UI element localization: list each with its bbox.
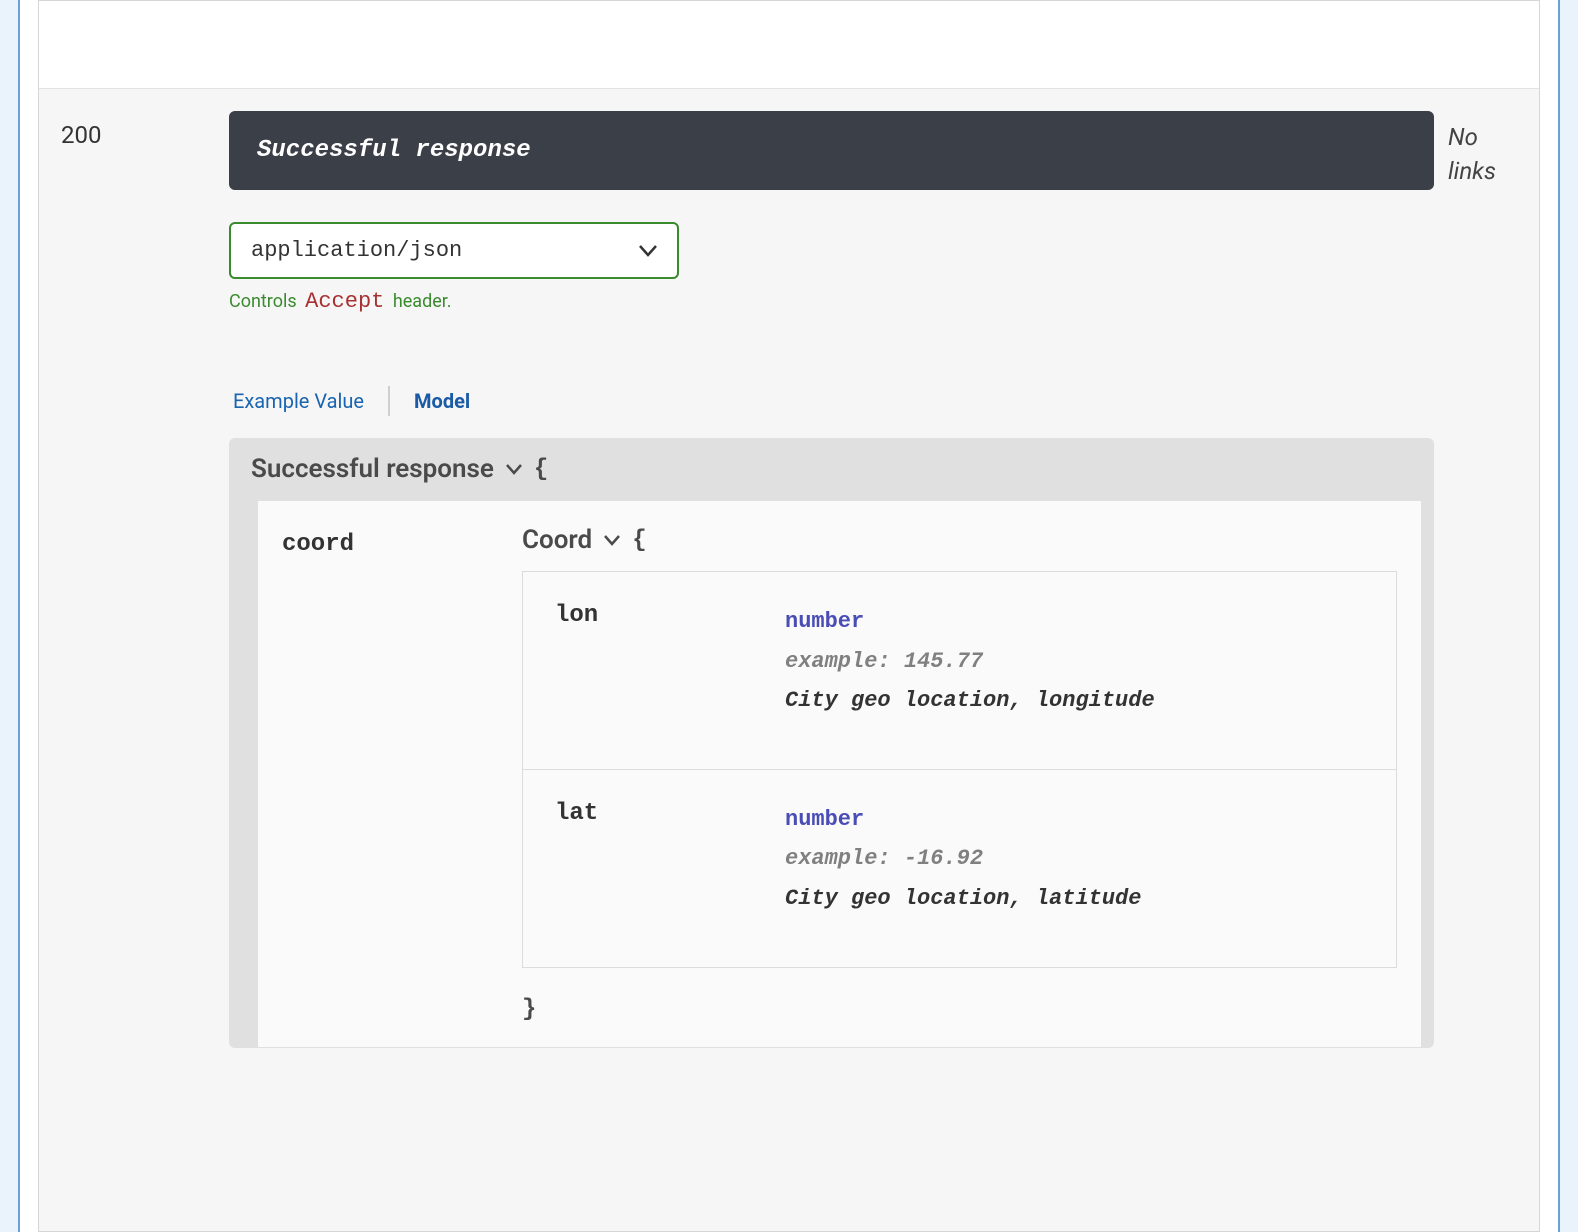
coord-header[interactable]: Coord { [522,525,1397,555]
prop-name: lon [555,602,785,721]
panel-header-space [39,1,1539,89]
property-lat: lat number example: -16.92 City geo loca… [523,769,1396,967]
property-key-coord: coord [282,525,522,558]
content-type-value: application/json [251,238,462,263]
prop-description: City geo location, latitude [785,879,1364,919]
chevron-down-icon [639,245,657,257]
prop-type: number [785,800,1364,840]
coord-properties: lon number example: 145.77 City geo loca… [522,571,1397,968]
chevron-down-icon [604,535,620,546]
close-brace: } [522,996,1397,1023]
prop-example: example: 145.77 [785,642,1364,682]
content-type-select[interactable]: application/json [229,222,679,279]
prop-description: City geo location, longitude [785,681,1364,721]
content-type-caption: Controls Accept header. [229,289,1434,314]
model-title: Successful response [251,454,494,484]
model-header[interactable]: Successful response { [229,438,1434,500]
accept-header-code: Accept [305,289,384,314]
prop-name: lat [555,800,785,919]
model-panel: Successful response { coord [229,438,1434,1048]
tab-divider [388,386,390,416]
response-description-bar: Successful response [229,111,1434,190]
response-links: No links [1434,111,1519,188]
chevron-down-icon [506,464,522,475]
prop-type: number [785,602,1364,642]
coord-title: Coord [522,525,592,555]
open-brace: { [534,456,548,483]
tab-model[interactable]: Model [410,389,474,413]
open-brace: { [632,527,646,554]
prop-example: example: -16.92 [785,839,1364,879]
model-tabs: Example Value Model [229,386,1434,416]
response-code: 200 [59,111,229,149]
tab-example-value[interactable]: Example Value [229,389,368,413]
response-panel: 200 Successful response application/json… [38,0,1540,1232]
property-lon: lon number example: 145.77 City geo loca… [523,572,1396,769]
